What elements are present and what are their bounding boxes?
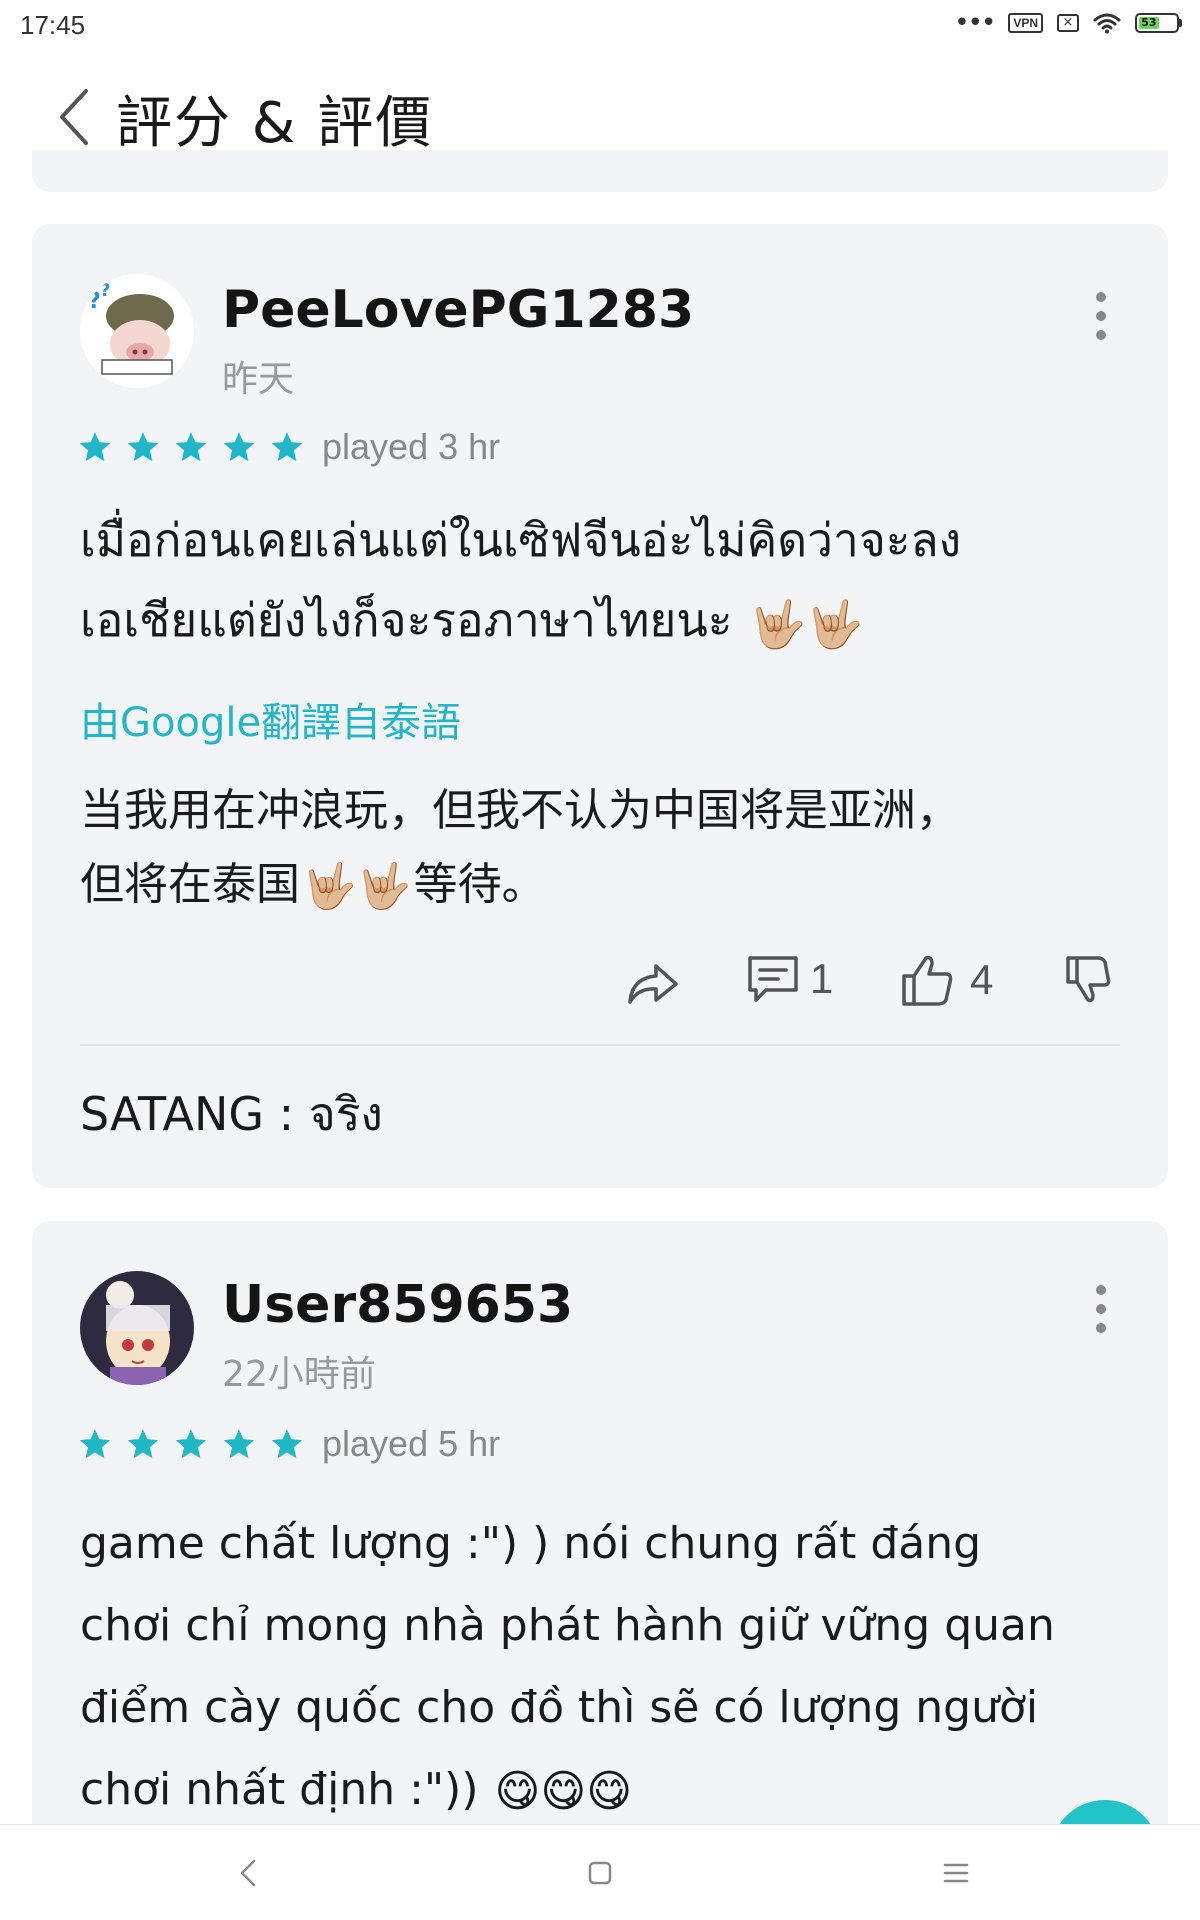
google-translate-label[interactable]: 由Google翻譯自泰語	[80, 690, 461, 748]
review-text: game chất lượng :") ) nói chung rất đáng…	[80, 1503, 1130, 1833]
review-text-line: game chất lượng :") ) nói chung rất đáng	[80, 1518, 982, 1569]
username[interactable]: PeeLovePG1283	[222, 280, 694, 340]
review-text-line: chơi chỉ mong nhà phát hành giữ vững qua…	[80, 1600, 1055, 1651]
played-time: played 3 hr	[322, 426, 501, 467]
translated-text-line: 但将在泰国🤟🏼🤟🏼等待。	[80, 848, 1140, 924]
like-count: 4	[970, 956, 994, 1003]
vpn-icon: VPN	[1008, 13, 1043, 33]
review-text: เมื่อก่อนเคยเล่นแต่ในเซิฟจีนอ่ะไม่คิดว่า…	[80, 500, 1130, 664]
previous-card-edge	[32, 150, 1168, 192]
rating-row: played 3 hr	[78, 426, 500, 468]
translated-text: 当我用在冲浪玩，但我不认为中国将是亚洲， 但将在泰国🤟🏼🤟🏼等待。	[80, 774, 1140, 924]
status-icons: ••• VPN × 53	[954, 8, 1182, 38]
review-card: User859653 22小時前 played 5 hr game chất l…	[32, 1221, 1168, 1920]
username[interactable]: User859653	[222, 1275, 573, 1335]
action-row: 1 4	[32, 950, 1168, 1020]
comment-icon	[748, 956, 798, 1002]
avatar-image	[80, 1271, 194, 1385]
more-options-button[interactable]	[1086, 286, 1116, 346]
system-nav-bar	[0, 1824, 1200, 1920]
emoji-yum: 😋😋😋	[494, 1766, 633, 1817]
avatar-image: ? ?	[80, 274, 194, 388]
comment-button[interactable]: 1	[746, 952, 833, 1006]
played-time: played 5 hr	[322, 1423, 501, 1464]
nav-back-button[interactable]	[218, 1845, 278, 1901]
avatar[interactable]: ? ?	[80, 274, 194, 388]
translated-text-line: 当我用在冲浪玩，但我不认为中国将是亚洲，	[80, 785, 960, 836]
star-icon	[223, 1429, 255, 1459]
avatar[interactable]	[80, 1271, 194, 1385]
nav-home-icon	[588, 1861, 612, 1885]
review-time: 22小時前	[222, 1354, 376, 1395]
like-button[interactable]: 4	[900, 952, 993, 1008]
sim-off-icon: ×	[1057, 14, 1079, 32]
nav-home-button[interactable]	[570, 1845, 630, 1901]
more-dots-icon: •••	[954, 8, 996, 38]
back-button[interactable]	[44, 82, 104, 152]
divider	[80, 1044, 1120, 1046]
wifi-icon	[1093, 13, 1121, 34]
page-title: 評分 & 評價	[116, 91, 434, 156]
star-icon	[79, 1429, 111, 1459]
share-icon	[628, 964, 678, 1004]
emoji-hands: 🤟🏼🤟🏼	[302, 861, 412, 912]
comment-count: 1	[810, 955, 834, 1002]
review-text-line: เอเชียแต่ยังไงก็จะรอภาษาไทยนะ 🤟🏼🤟🏼	[80, 580, 1130, 664]
star-icon	[223, 432, 255, 462]
star-icon	[127, 432, 159, 462]
nav-menu-icon	[943, 1863, 969, 1883]
battery-level: 53	[1139, 17, 1159, 29]
review-text-line: điểm cày quốc cho đồ thì sẽ có lượng ngư…	[80, 1682, 1039, 1733]
rating-row: played 5 hr	[78, 1423, 500, 1465]
emoji-hands: 🤟🏼🤟🏼	[749, 596, 864, 651]
share-button[interactable]	[624, 958, 680, 1008]
svg-text:?: ?	[88, 289, 101, 314]
star-icon	[175, 1429, 207, 1459]
thumbs-down-icon	[1066, 956, 1111, 1003]
dislike-button[interactable]	[1064, 954, 1112, 1006]
review-text-line: chơi nhất định :")) 😋😋😋	[80, 1749, 1130, 1833]
review-time: 昨天	[222, 359, 295, 400]
chevron-left-icon	[60, 89, 88, 145]
status-bar: 17:45 ••• VPN × 53	[0, 0, 1200, 52]
status-time: 17:45	[20, 10, 86, 40]
thumbs-up-icon	[902, 955, 953, 1006]
star-icon	[271, 432, 303, 462]
svg-text:?: ?	[100, 280, 110, 301]
star-icon	[79, 432, 111, 462]
battery-icon: 53	[1135, 13, 1182, 33]
review-card: ? ? PeeLovePG1283 昨天 played 3 hr เมื่อก่…	[32, 224, 1168, 1188]
review-text-line: เมื่อก่อนเคยเล่นแต่ในเซิฟจีนอ่ะไม่คิดว่า…	[80, 513, 962, 567]
star-icon	[127, 1429, 159, 1459]
more-options-button[interactable]	[1086, 1279, 1116, 1339]
reply-text[interactable]: SATANG : จริง	[80, 1078, 383, 1151]
nav-menu-button[interactable]	[926, 1845, 986, 1901]
star-icon	[271, 1429, 303, 1459]
nav-back-icon	[240, 1859, 256, 1887]
star-icon	[175, 432, 207, 462]
